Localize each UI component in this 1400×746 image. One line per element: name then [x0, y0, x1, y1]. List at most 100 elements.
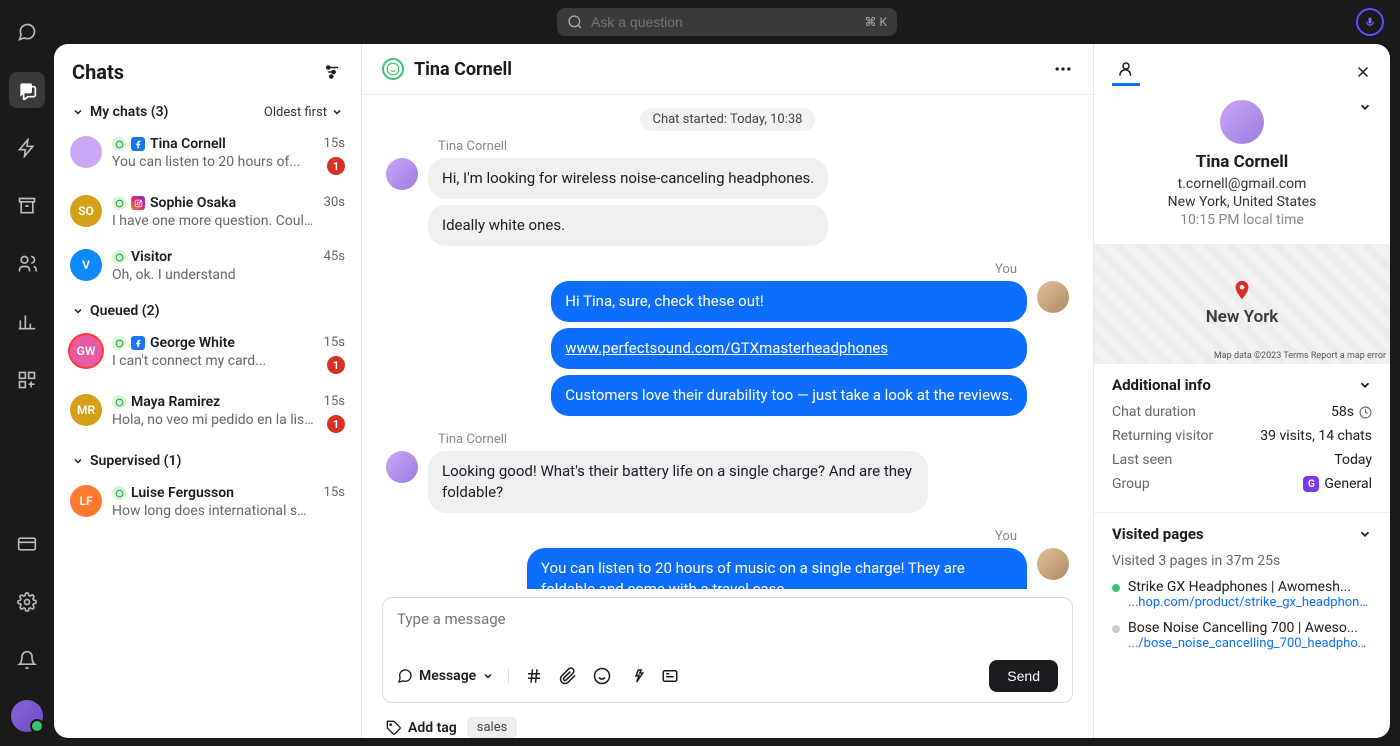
message-sender-label: You: [386, 529, 1017, 544]
message-sender-label: You: [386, 262, 1017, 277]
profile-name: Tina Cornell: [1112, 152, 1372, 172]
online-status-icon: [112, 137, 126, 151]
message-bubble: www.perfectsound.com/GTXmasterheadphones: [551, 328, 1027, 369]
messages-scroll[interactable]: Chat started: Today, 10:38 Tina CornellH…: [362, 95, 1093, 589]
visited-status-dot: [1112, 625, 1120, 633]
chat-item-time: 30s: [324, 195, 345, 210]
chat-item-preview: Oh, ok. I understand: [112, 267, 314, 283]
online-status-icon: [112, 250, 126, 264]
info-row: Chat duration58s: [1112, 404, 1372, 420]
supervised-label: Supervised (1): [90, 453, 181, 469]
message-bubble: Hi, I'm looking for wireless noise-cance…: [428, 158, 828, 199]
settings-icon[interactable]: [9, 584, 45, 620]
voice-button[interactable]: [1356, 8, 1384, 36]
instagram-source-icon: [131, 196, 145, 210]
search-shortcut: ⌘ K: [864, 15, 887, 29]
chat-list-item[interactable]: MR Maya Ramirez Hola, no veo mi pedido en …: [54, 384, 361, 443]
chat-item-preview: I have one more question. Could...: [112, 213, 314, 229]
chat-item-name: Visitor: [131, 249, 172, 265]
status-smile-icon: [382, 58, 404, 80]
more-button[interactable]: [1053, 59, 1073, 79]
chat-item-preview: Hola, no veo mi pedido en la lista...: [112, 412, 314, 428]
chat-item-name: Maya Ramirez: [131, 394, 220, 410]
close-details-button[interactable]: [1354, 63, 1372, 81]
chat-list-item[interactable]: SOSophie OsakaI have one more question. …: [54, 185, 361, 239]
apps-icon[interactable]: [9, 362, 45, 398]
chevron-down-icon: [1358, 378, 1372, 392]
visited-page-item[interactable]: Bose Noise Cancelling 700 | Aweso....../…: [1112, 620, 1372, 651]
message-input[interactable]: [397, 610, 1058, 650]
send-button[interactable]: Send: [989, 660, 1058, 692]
map-city-label: New York: [1206, 307, 1279, 327]
online-status-icon: [112, 395, 126, 409]
add-tag-button[interactable]: Add tag: [386, 720, 457, 736]
map-pin-icon: [1231, 279, 1253, 301]
chats-icon[interactable]: [9, 72, 45, 108]
chats-title: Chats: [72, 60, 124, 84]
chat-list-item[interactable]: GWGeorge WhiteI can't connect my card...…: [54, 325, 361, 384]
visited-status-dot: [1112, 584, 1120, 592]
global-search[interactable]: ⌘ K: [557, 8, 897, 36]
chat-list-item[interactable]: Tina CornellYou can listen to 20 hours o…: [54, 126, 361, 185]
chat-avatar: [70, 136, 102, 168]
profile-email: t.cornell@gmail.com: [1112, 176, 1372, 192]
info-value: GGeneral: [1303, 476, 1372, 492]
filter-button[interactable]: [321, 61, 343, 83]
chat-avatar: MR: [70, 394, 102, 426]
search-icon: [567, 14, 583, 30]
chevron-down-icon: [331, 106, 343, 118]
online-status-icon: [112, 196, 126, 210]
unread-badge: 1: [327, 415, 345, 433]
additional-info-toggle[interactable]: Additional info: [1112, 376, 1372, 394]
search-input[interactable]: [591, 14, 856, 30]
tag-chip[interactable]: sales: [467, 717, 518, 738]
message-link[interactable]: www.perfectsound.com/GTXmasterheadphones: [565, 339, 888, 357]
chat-item-name: Tina Cornell: [150, 136, 226, 152]
chat-item-time: 15s: [324, 136, 345, 151]
visited-page-url: ...hop.com/product/strike_gx_headphones.…: [1128, 595, 1372, 610]
notifications-icon[interactable]: [9, 642, 45, 678]
visited-pages-toggle[interactable]: Visited pages: [1112, 525, 1372, 543]
facebook-source-icon: [131, 137, 145, 151]
message-bubble: You can listen to 20 hours of music on a…: [527, 548, 1027, 589]
map-attribution: Map data ©2023 Terms Report a map error: [1214, 351, 1386, 361]
unread-badge: 1: [327, 157, 345, 175]
chat-list-item[interactable]: VVisitorOh, ok. I understand45s: [54, 239, 361, 293]
my-chats-toggle[interactable]: My chats (3): [72, 104, 168, 120]
info-row: GroupGGeneral: [1112, 476, 1372, 492]
visitors-icon[interactable]: [9, 246, 45, 282]
chat-item-time: 15s: [324, 485, 345, 500]
queued-toggle[interactable]: Queued (2): [72, 303, 159, 319]
chat-item-name: Sophie Osaka: [150, 195, 236, 211]
automation-icon[interactable]: [9, 130, 45, 166]
chevron-down-icon: [482, 670, 494, 682]
message-type-dropdown[interactable]: Message: [397, 668, 509, 684]
canned-response-button[interactable]: [661, 667, 679, 685]
info-value: 39 visits, 14 chats: [1260, 428, 1372, 444]
chevron-down-icon: [72, 455, 84, 467]
messages-icon[interactable]: [9, 14, 45, 50]
sender-avatar: [386, 158, 418, 190]
sort-dropdown[interactable]: Oldest first: [264, 105, 343, 120]
attachment-button[interactable]: [559, 667, 577, 685]
archive-icon[interactable]: [9, 188, 45, 224]
location-map[interactable]: New York Map data ©2023 Terms Report a m…: [1094, 244, 1390, 364]
chat-item-preview: I can't connect my card...: [112, 353, 314, 369]
hashtag-button[interactable]: [525, 667, 543, 685]
profile-tab[interactable]: [1112, 58, 1140, 86]
chevron-down-icon: [72, 106, 84, 118]
supervised-toggle[interactable]: Supervised (1): [72, 453, 181, 469]
reports-icon[interactable]: [9, 304, 45, 340]
emoji-button[interactable]: [593, 667, 611, 685]
unread-badge: 1: [327, 356, 345, 374]
group-badge-icon: G: [1303, 476, 1319, 492]
visited-page-url: .../bose_noise_cancelling_700_headphones…: [1128, 636, 1372, 651]
chat-list-item[interactable]: LFLuise FergussonHow long does internati…: [54, 475, 361, 529]
my-avatar[interactable]: [11, 700, 43, 732]
online-status-icon: [112, 486, 126, 500]
ai-assist-button[interactable]: [627, 667, 645, 685]
visited-page-item[interactable]: Strike GX Headphones | Awomesh......hop.…: [1112, 579, 1372, 610]
collapse-profile[interactable]: [1358, 100, 1372, 114]
billing-icon[interactable]: [9, 526, 45, 562]
message-bubble: Ideally white ones.: [428, 205, 828, 246]
